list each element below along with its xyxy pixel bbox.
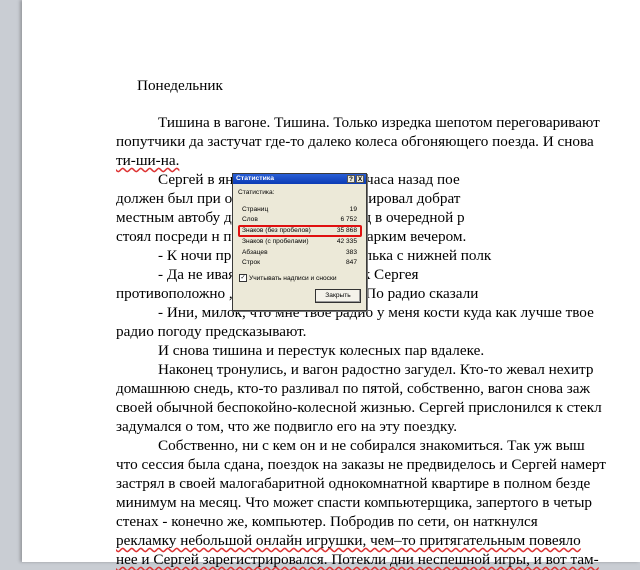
doc-line: радио погоду предсказывают.	[116, 323, 307, 340]
stat-label: Строк	[242, 259, 261, 266]
stat-value: 6 752	[340, 216, 357, 223]
doc-line: Тишина в вагоне. Тишина. Только изредка …	[158, 114, 600, 131]
doc-line: попутчики да застучат где-то далеко коле…	[116, 133, 594, 150]
stat-row-pages: Страниц 19	[242, 205, 361, 214]
stat-row-words: Слов 6 752	[242, 215, 361, 224]
doc-line: рекламку небольшой онлайн игрушки, чем–т…	[116, 532, 581, 549]
document-heading: Понедельник	[137, 77, 223, 94]
statistics-section-label: Статистика:	[238, 189, 275, 196]
stat-row-lines: Строк 847	[242, 258, 361, 267]
doc-line: что сессия была сдана, поездок на заказы…	[116, 456, 606, 473]
doc-line: стенах - конечно же, компьютер. Побродив…	[116, 513, 538, 530]
stat-value: 847	[345, 259, 357, 266]
doc-line: Наконец тронулись, и вагон радостно загу…	[158, 361, 594, 378]
highlight-box	[238, 225, 362, 237]
stat-value: 42 335	[336, 238, 357, 245]
doc-line: - Ини, милок, что мне твое радио у меня …	[158, 304, 594, 321]
checkbox-label: Учитывать надписи и сноски	[249, 274, 337, 282]
stat-value: 383	[345, 249, 357, 256]
doc-line: нее и Сергей зарегистрировался. Потекли …	[116, 551, 599, 568]
doc-line: И снова тишина и перестук колесных пар в…	[158, 342, 485, 359]
stat-row-paragraphs: Абзацев 383	[242, 248, 361, 257]
statistics-dialog[interactable]: Статистика ? X Статистика: Страниц 19 Сл…	[232, 173, 367, 311]
stat-row-chars-with-spaces: Знаков (с пробелами) 42 335	[242, 237, 361, 246]
doc-line: домашнюю снедь, кто-то разливал по пятой…	[116, 380, 590, 397]
stat-label: Страниц	[242, 206, 269, 213]
doc-line: своей обычной беспокойно-колесной жизнью…	[116, 399, 602, 416]
checkbox-check-icon[interactable]: ✓	[239, 274, 247, 282]
stat-value: 19	[349, 206, 357, 213]
stat-label: Абзацев	[242, 249, 268, 256]
dialog-title-bar[interactable]: Статистика ? X	[233, 174, 366, 184]
doc-line: ти-ши-на.	[116, 152, 180, 169]
help-button[interactable]: ?	[347, 175, 355, 183]
include-textboxes-checkbox[interactable]: ✓ Учитывать надписи и сноски	[239, 274, 337, 282]
stat-label: Слов	[242, 216, 258, 223]
dialog-title: Статистика	[236, 175, 274, 182]
doc-line: задумался о том, что же подвигло его на …	[116, 418, 458, 435]
doc-line: Собственно, ни с кем он и не собирался з…	[158, 437, 585, 454]
close-button[interactable]: Закрыть	[315, 289, 361, 303]
stat-label: Знаков (с пробелами)	[242, 238, 309, 245]
doc-line: минимум на месяц. Что может спасти компь…	[116, 494, 593, 511]
close-icon[interactable]: X	[356, 175, 364, 183]
doc-line: застрял в своей малогабаритной однокомна…	[116, 475, 591, 492]
